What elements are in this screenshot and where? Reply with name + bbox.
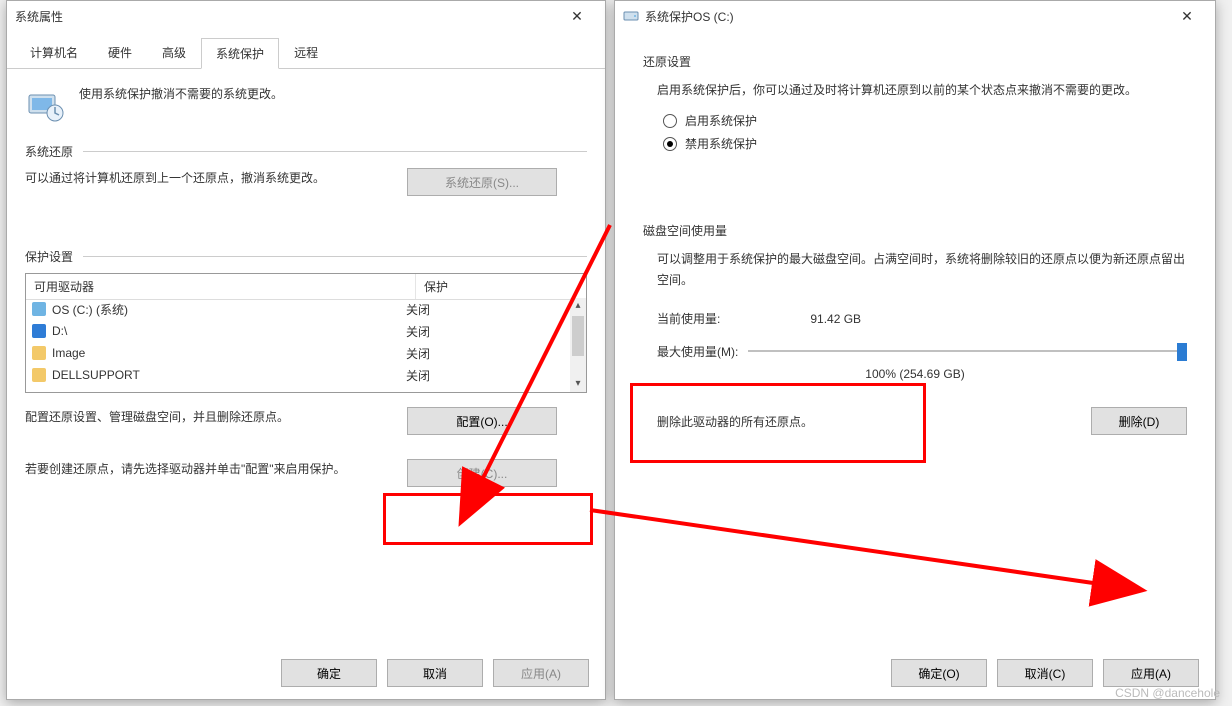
chevron-down-icon[interactable]: ▾	[570, 376, 586, 392]
ok-button[interactable]: 确定	[281, 659, 377, 687]
section-system-restore-heading: 系统还原	[25, 143, 73, 160]
col-header-drive: 可用驱动器	[26, 274, 416, 299]
col-header-status: 保护	[416, 274, 586, 299]
titlebar: 系统保护OS (C:) ✕	[615, 1, 1215, 31]
system-restore-desc: 可以通过将计算机还原到上一个还原点，撤消系统更改。	[25, 168, 363, 188]
create-desc: 若要创建还原点，请先选择驱动器并单击"配置"来启用保护。	[25, 459, 363, 479]
radio-enable-protection[interactable]: 启用系统保护	[663, 112, 1187, 129]
tab-system-protection[interactable]: 系统保护	[201, 38, 279, 69]
watermark: CSDN @dancehole	[1115, 686, 1220, 700]
restore-settings-heading: 还原设置	[643, 53, 1187, 70]
apply-button[interactable]: 应用(A)	[1103, 659, 1199, 687]
folder-icon	[32, 346, 46, 360]
system-restore-button[interactable]: 系统还原(S)...	[407, 168, 557, 196]
system-protection-config-dialog: 系统保护OS (C:) ✕ 还原设置 启用系统保护后，你可以通过及时将计算机还原…	[614, 0, 1216, 700]
close-icon[interactable]: ✕	[557, 2, 597, 30]
divider	[83, 151, 587, 152]
section-protection-settings-heading: 保护设置	[25, 248, 73, 265]
radio-icon	[663, 114, 677, 128]
table-row[interactable]: Image 关闭	[26, 342, 570, 364]
close-icon[interactable]: ✕	[1167, 2, 1207, 30]
dialog-button-row: 确定(O) 取消(C) 应用(A)	[891, 659, 1199, 687]
tab-computer-name[interactable]: 计算机名	[15, 37, 93, 68]
tab-remote[interactable]: 远程	[279, 37, 333, 68]
system-properties-dialog: 系统属性 ✕ 计算机名 硬件 高级 系统保护 远程 使用系统保护撤消不需要的系统…	[6, 0, 606, 700]
disk-usage-heading: 磁盘空间使用量	[643, 222, 1187, 239]
scroll-thumb[interactable]	[572, 316, 584, 356]
chevron-up-icon[interactable]: ▴	[570, 298, 586, 314]
radio-checked-icon	[663, 137, 677, 151]
current-usage-label: 当前使用量:	[657, 310, 720, 327]
tab-panel: 使用系统保护撤消不需要的系统更改。 系统还原 可以通过将计算机还原到上一个还原点…	[7, 69, 605, 487]
drive-table: 可用驱动器 保护 OS (C:) (系统) 关闭 D:\ 关闭 Image 关闭…	[25, 273, 587, 393]
divider	[83, 256, 587, 257]
apply-button[interactable]: 应用(A)	[493, 659, 589, 687]
drive-icon	[623, 8, 639, 24]
restore-desc: 启用系统保护后，你可以通过及时将计算机还原到以前的某个状态点来撤消不需要的更改。	[657, 80, 1187, 100]
system-protection-icon	[25, 85, 67, 127]
configure-desc: 配置还原设置、管理磁盘空间，并且删除还原点。	[25, 407, 363, 427]
max-usage-slider[interactable]	[748, 341, 1187, 361]
table-row[interactable]: DELLSUPPORT 关闭	[26, 364, 570, 386]
tab-advanced[interactable]: 高级	[147, 37, 201, 68]
slider-value: 100% (254.69 GB)	[643, 367, 1187, 381]
cancel-button[interactable]: 取消(C)	[997, 659, 1093, 687]
table-row[interactable]: OS (C:) (系统) 关闭	[26, 298, 570, 320]
current-usage-value: 91.42 GB	[810, 312, 861, 326]
dialog-button-row: 确定 取消 应用(A)	[281, 659, 589, 687]
music-icon	[32, 324, 46, 338]
configure-button[interactable]: 配置(O)...	[407, 407, 557, 435]
drive-icon	[32, 302, 46, 316]
titlebar: 系统属性 ✕	[7, 1, 605, 31]
table-row[interactable]: D:\ 关闭	[26, 320, 570, 342]
slider-thumb[interactable]	[1177, 343, 1187, 361]
dialog-title: 系统属性	[15, 8, 63, 25]
folder-icon	[32, 368, 46, 382]
cancel-button[interactable]: 取消	[387, 659, 483, 687]
scrollbar[interactable]: ▴ ▾	[570, 298, 586, 392]
max-usage-label: 最大使用量(M):	[657, 343, 738, 360]
create-button[interactable]: 创建(C)...	[407, 459, 557, 487]
dialog-title: 系统保护OS (C:)	[645, 8, 734, 25]
tab-hardware[interactable]: 硬件	[93, 37, 147, 68]
tab-strip: 计算机名 硬件 高级 系统保护 远程	[7, 31, 605, 69]
delete-desc: 删除此驱动器的所有还原点。	[657, 413, 813, 430]
intro-text: 使用系统保护撤消不需要的系统更改。	[79, 85, 283, 102]
radio-disable-protection[interactable]: 禁用系统保护	[663, 135, 1187, 152]
delete-button[interactable]: 删除(D)	[1091, 407, 1187, 435]
ok-button[interactable]: 确定(O)	[891, 659, 987, 687]
disk-usage-desc: 可以调整用于系统保护的最大磁盘空间。占满空间时，系统将删除较旧的还原点以便为新还…	[657, 249, 1187, 290]
